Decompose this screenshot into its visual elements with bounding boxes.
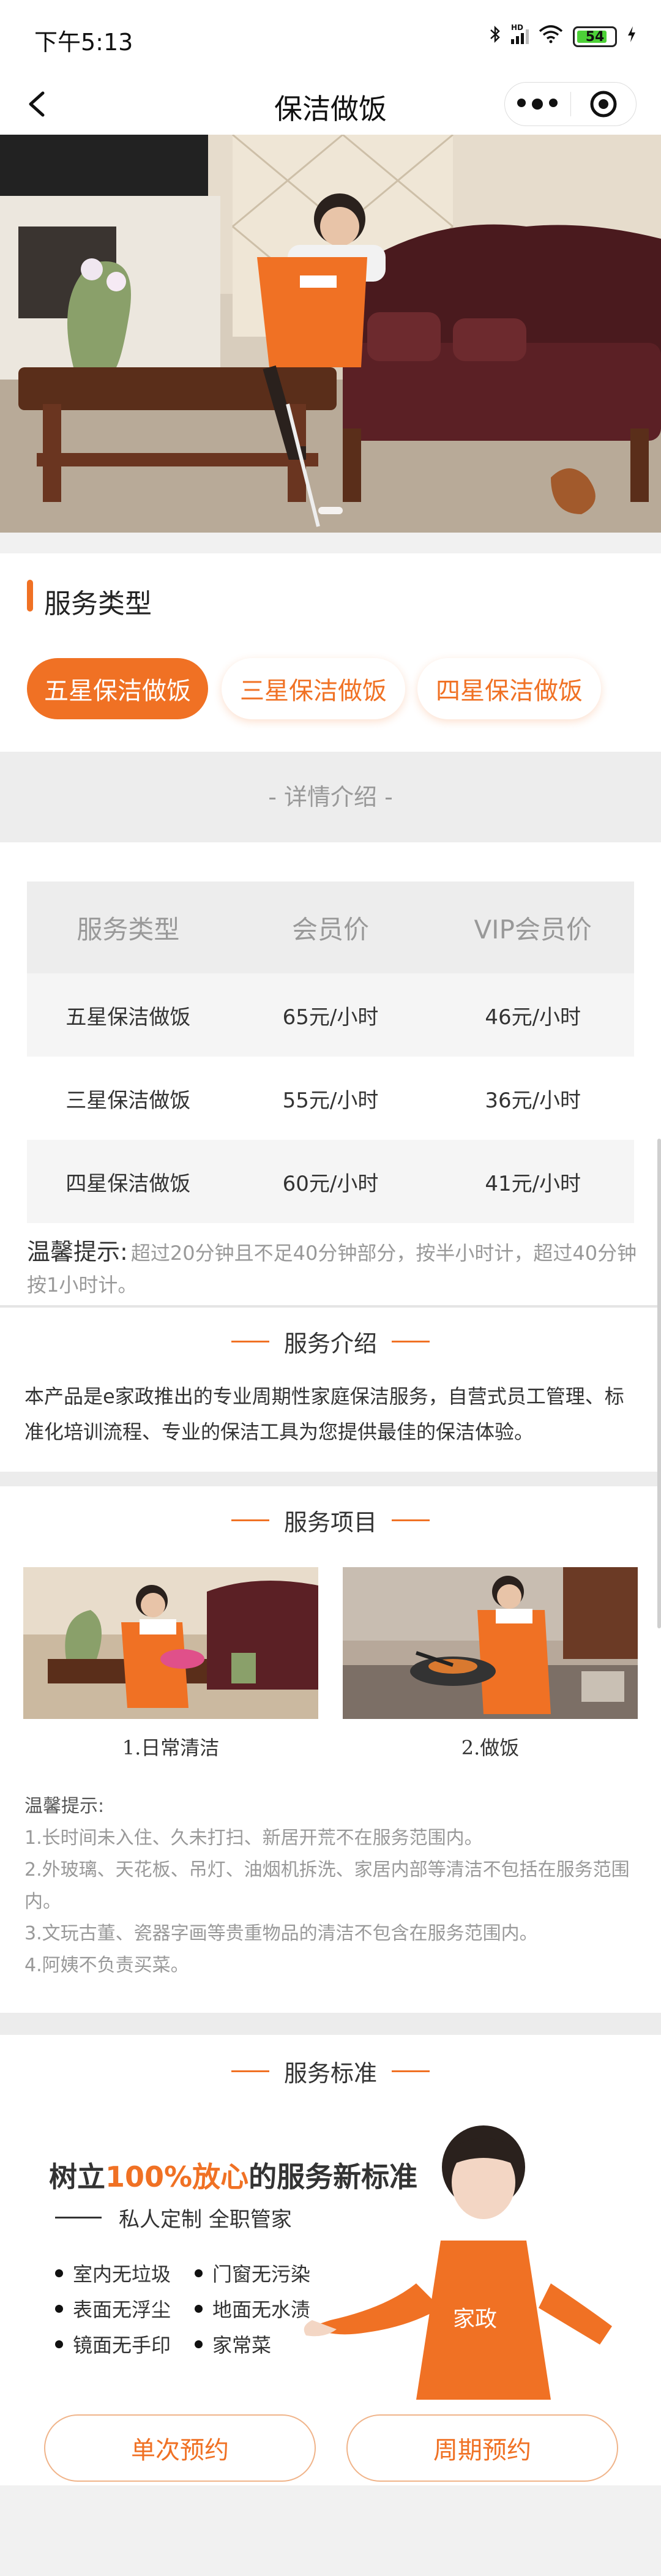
section-accent-bar: [27, 580, 33, 612]
housekeeper-illustration: 家政: [294, 2124, 624, 2400]
title-line-left: [231, 1341, 269, 1342]
title-line-left: [231, 1519, 269, 1521]
header-member-price: 会员价: [292, 914, 370, 945]
cell-member-price: 65元/小时: [282, 1005, 379, 1030]
wifi-icon: [539, 25, 563, 48]
battery-level: 54: [585, 29, 605, 45]
details-heading: - 详情介绍 -: [268, 784, 393, 811]
option-five-star[interactable]: 五星保洁做饭: [27, 658, 208, 719]
table-row: 三星保洁做饭 55元/小时 36元/小时: [27, 1057, 634, 1140]
feature-item: 地面无水渍: [195, 2294, 310, 2323]
single-booking-button[interactable]: 单次预约: [44, 2414, 316, 2482]
intro-title-text: 服务介绍: [283, 1330, 377, 1357]
status-time: 下午5:13: [34, 29, 133, 56]
apron-text: 家政: [453, 2307, 497, 2332]
charging-icon: [627, 26, 637, 48]
carousel-indicator[interactable]: [318, 507, 343, 514]
intro-text: 本产品是e家政推出的专业周期性家庭保洁服务，自营式员工管理、标准化培训流程、专业…: [24, 1385, 624, 1443]
cell-member-price: 55元/小时: [282, 1088, 379, 1113]
intro-title: 服务介绍: [0, 1325, 661, 1358]
tip-label: 温馨提示:: [27, 1238, 128, 1265]
bluetooth-icon: [489, 24, 501, 49]
feature-item: 室内无垃圾: [55, 2259, 171, 2287]
mini-program-capsule: [504, 82, 637, 126]
header-vip-price: VIP会员价: [474, 914, 592, 945]
navigation-bar: 保洁做饭: [0, 73, 661, 135]
items-tip-line: 1.长时间未入住、久未打扫、新居开荒不在服务范围内。: [24, 1827, 483, 1849]
standard-title-text: 服务标准: [283, 2060, 377, 2087]
items-tip-line: 3.文玩古董、瓷器字画等贵重物品的清洁不包含在服务范围内。: [24, 1923, 538, 1944]
feature-item: 镜面无手印: [55, 2330, 171, 2358]
items-tips: 温馨提示: 1.长时间未入住、久未打扫、新居开荒不在服务范围内。 2.外玻璃、天…: [24, 1791, 643, 1982]
more-icon[interactable]: [505, 99, 570, 110]
subline-text: 私人定制 全职管家: [119, 2207, 292, 2232]
table-row: 四星保洁做饭 60元/小时 41元/小时: [27, 1140, 634, 1223]
items-tip-line: 4.阿姨不负责买菜。: [24, 1955, 189, 1976]
title-line-right: [392, 1519, 430, 1521]
feature-item: 表面无浮尘: [55, 2294, 171, 2323]
page: 下午5:13 HD 54 保洁做饭 服务类型 五星保洁做饭 三星保洁做饭 四星保…: [0, 0, 661, 2576]
title-line-right: [392, 2070, 430, 2072]
option-three-star[interactable]: 三星保洁做饭: [222, 658, 405, 719]
status-bar: 下午5:13 HD 54: [0, 0, 661, 73]
cooking-photo: [343, 1567, 638, 1719]
status-icons: HD 54: [489, 23, 637, 49]
cell-vip-price: 41元/小时: [485, 1171, 581, 1196]
table-header: 服务类型 会员价 VIP会员价: [27, 882, 634, 973]
section-divider: [0, 1472, 661, 1486]
headline-highlight: 100%放心: [105, 2160, 249, 2193]
standard-title: 服务标准: [0, 2054, 661, 2088]
feature-item: 家常菜: [195, 2330, 271, 2358]
option-four-star[interactable]: 四星保洁做饭: [417, 658, 601, 719]
daily-cleaning-caption: 1.日常清洁: [122, 1736, 220, 1759]
service-type-title: 服务类型: [44, 588, 152, 620]
subline-dash: [55, 2217, 102, 2218]
items-title-text: 服务项目: [283, 1509, 377, 1536]
hd-badge: HD: [511, 23, 524, 32]
cell-vip-price: 46元/小时: [485, 1005, 581, 1030]
section-divider: [0, 2013, 661, 2035]
cooking-caption: 2.做饭: [461, 1736, 520, 1759]
cell-service-type: 五星保洁做饭: [65, 1005, 191, 1030]
title-line-right: [392, 1341, 430, 1342]
cell-vip-price: 36元/小时: [485, 1088, 581, 1113]
price-table: 服务类型 会员价 VIP会员价 五星保洁做饭 65元/小时 46元/小时 三星保…: [27, 882, 634, 1223]
items-tips-heading: 温馨提示:: [24, 1795, 105, 1817]
items-title: 服务项目: [0, 1503, 661, 1537]
pricing-tip: 温馨提示: 超过20分钟且不足40分钟部分，按半小时计，超过40分钟按1小时计。: [27, 1238, 639, 1303]
cell-service-type: 四星保洁做饭: [65, 1171, 191, 1196]
feature-item: 门窗无污染: [195, 2259, 310, 2287]
items-tip-line: 2.外玻璃、天花板、吊灯、油烟机拆洗、家居内部等清洁不包括在服务范围内。: [24, 1859, 630, 1912]
daily-cleaning-photo: [23, 1567, 318, 1719]
signal-icon: HD: [511, 23, 529, 44]
cell-service-type: 三星保洁做饭: [65, 1088, 191, 1113]
scrollbar[interactable]: [657, 1139, 661, 1628]
title-line-left: [231, 2070, 269, 2072]
close-target-icon[interactable]: [570, 89, 636, 119]
headline-pre: 树立: [49, 2160, 105, 2193]
details-heading-band: - 详情介绍 -: [0, 752, 661, 842]
banner-image[interactable]: [0, 135, 661, 533]
periodic-booking-button[interactable]: 周期预约: [346, 2414, 618, 2482]
cell-member-price: 60元/小时: [282, 1171, 379, 1196]
battery-icon: 54: [573, 26, 617, 47]
standard-subline: 私人定制 全职管家: [55, 2203, 292, 2233]
header-service-type: 服务类型: [77, 914, 180, 945]
table-row: 五星保洁做饭 65元/小时 46元/小时: [27, 973, 634, 1057]
